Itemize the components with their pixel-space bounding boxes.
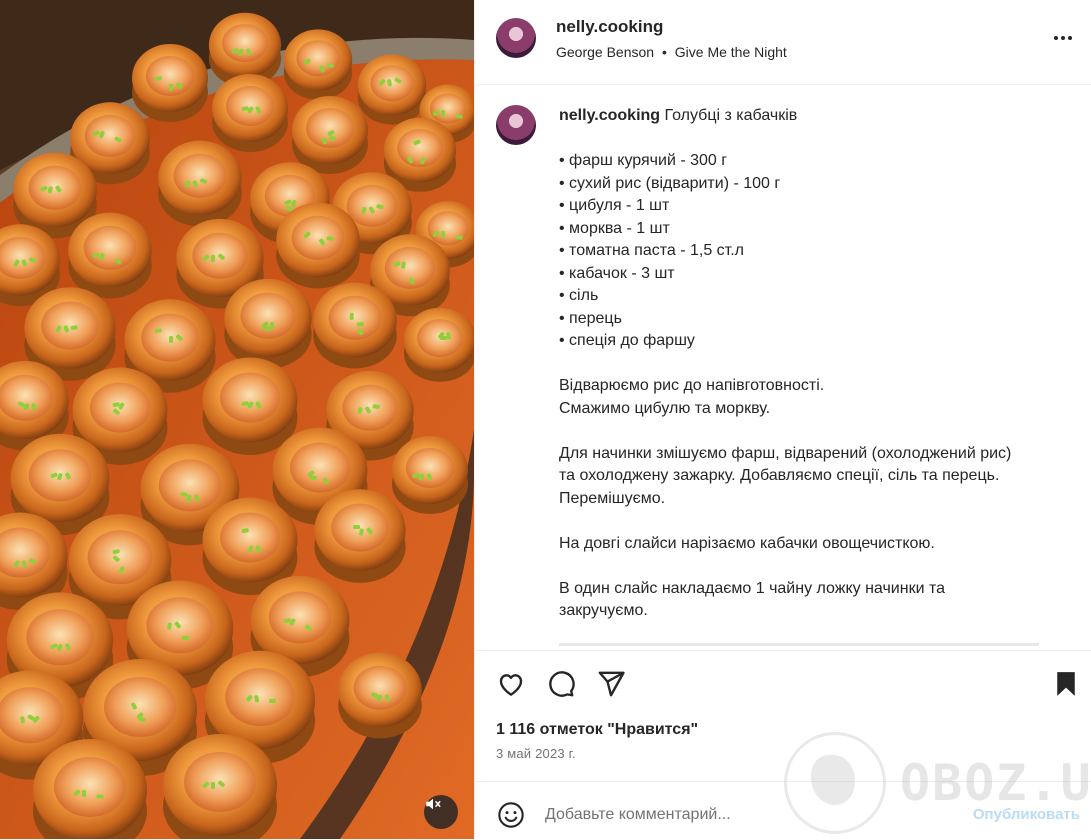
more-dot <box>1068 36 1072 40</box>
caption-avatar[interactable] <box>496 105 536 145</box>
more-horizontal-icon <box>1054 36 1058 40</box>
like-count[interactable]: 1 116 отметок "Нравится" <box>496 721 698 739</box>
comment-bubble-icon <box>549 671 575 697</box>
audio-artist[interactable]: George Benson <box>556 44 654 60</box>
caption-line: Відварюємо рис до напівготовності. <box>559 377 825 394</box>
audio-track[interactable]: Give Me the Night <box>675 44 787 60</box>
caption-line: На довгі слайси нарізаємо кабачки овощеч… <box>559 534 935 552</box>
speaker-muted-icon <box>425 797 441 811</box>
caption-username[interactable]: nelly.cooking <box>559 107 660 124</box>
caption-line: Для начинки змішуємо фарш, відварений (о… <box>559 444 1012 462</box>
oboz-watermark: OBOZ.UA <box>784 732 1091 834</box>
author-username[interactable]: nelly.cooking <box>556 17 663 37</box>
emoji-button[interactable] <box>496 800 526 830</box>
ingredient-item: • сухий рис (відварити) - 100 г <box>559 174 781 192</box>
caption-line: В один слайс накладаємо 1 чайну ложку на… <box>559 579 946 597</box>
audio-attribution[interactable]: George Benson • Give Me the Night <box>556 44 787 60</box>
author-avatar[interactable] <box>496 18 536 58</box>
caption-title: Голубці з кабачків <box>664 107 798 124</box>
zucchini-rolls-photo <box>0 0 474 839</box>
caption-line: Смажимо цибулю та моркву. <box>559 399 771 417</box>
bookmark-icon <box>1057 672 1075 696</box>
ingredient-item: • томатна паста - 1,5 ст.л <box>559 242 744 259</box>
save-button[interactable] <box>1049 667 1083 701</box>
caption-cutoff <box>559 640 1039 650</box>
post-header: nelly.cooking George Benson • Give Me th… <box>475 0 1091 85</box>
ingredient-item: • сіль <box>559 287 599 304</box>
ingredient-item: • морква - 1 шт <box>559 219 670 237</box>
like-button[interactable] <box>494 667 528 701</box>
audio-separator: • <box>661 44 667 60</box>
post-media-video[interactable] <box>0 0 474 839</box>
ingredient-item: • цибуля - 1 шт <box>559 197 670 214</box>
heart-icon <box>499 674 523 696</box>
mute-button[interactable] <box>424 795 458 829</box>
globe-logo-icon <box>784 732 886 834</box>
paper-plane-icon <box>598 671 625 697</box>
comment-input[interactable]: Добавьте комментарий... <box>545 806 731 824</box>
caption-line: Перемішуємо. <box>559 489 666 507</box>
post-panel: nelly.cooking George Benson • Give Me th… <box>474 0 1091 839</box>
caption-line: та охолоджену зажарку. Добавляємо спеції… <box>559 467 1000 484</box>
emoji-smile-icon <box>498 802 524 828</box>
more-dot <box>1061 36 1065 40</box>
ingredient-list: • фарш курячий - 300 г • сухий рис (відва… <box>559 150 1059 353</box>
ingredient-item: • фарш курячий - 300 г <box>559 152 728 169</box>
ingredient-item: • спеція до фаршу <box>559 332 695 349</box>
ingredient-item: • перець <box>559 309 622 327</box>
more-options-button[interactable] <box>1048 26 1078 50</box>
action-bar <box>475 650 1091 721</box>
ingredient-item: • кабачок - 3 шт <box>559 264 675 282</box>
caption-scroll-area[interactable]: nelly.cooking Голубці з кабачків • фарш … <box>475 85 1091 650</box>
share-button[interactable] <box>594 667 628 701</box>
comment-button[interactable] <box>544 667 578 701</box>
watermark-text: OBOZ.UA <box>900 754 1091 812</box>
post-date[interactable]: 3 май 2023 г. <box>496 746 576 761</box>
post-caption: nelly.cooking Голубці з кабачків • фарш … <box>559 105 1059 623</box>
caption-line: закручуємо. <box>559 602 648 619</box>
